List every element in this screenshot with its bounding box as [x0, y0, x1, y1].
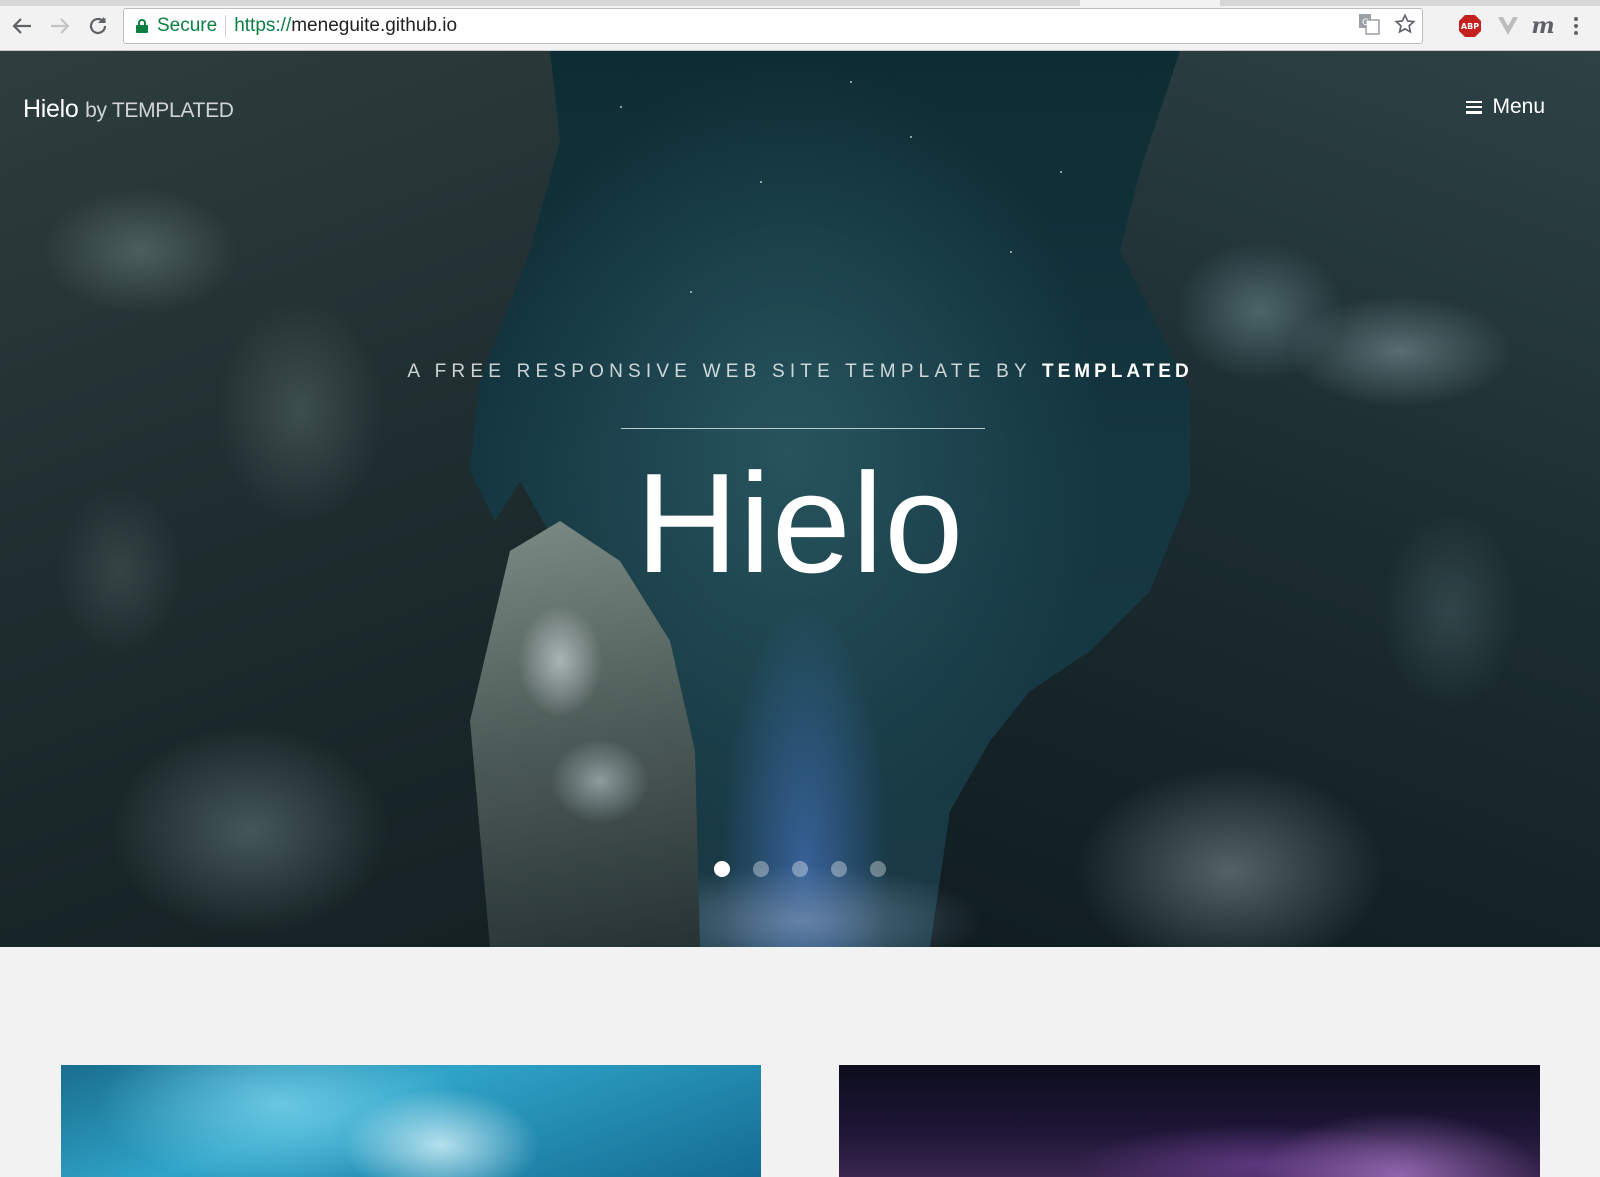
star	[620, 106, 622, 108]
active-tab[interactable]	[1080, 0, 1220, 6]
tagline-strong: TEMPLATED	[1041, 361, 1193, 382]
hero-divider	[621, 428, 985, 429]
content-section	[0, 947, 1600, 1177]
star	[1010, 251, 1012, 253]
menu-label: Menu	[1492, 95, 1545, 118]
adblock-icon[interactable]: ABP	[1456, 12, 1484, 40]
slider-dot-1[interactable]	[714, 861, 730, 877]
reload-icon[interactable]	[84, 12, 112, 40]
m-extension-icon[interactable]: m	[1530, 12, 1556, 40]
forward-icon[interactable]	[46, 12, 74, 40]
brand-name: Hielo	[23, 95, 79, 123]
url-scheme: https://	[234, 15, 292, 36]
star	[690, 291, 692, 293]
slider-pagination	[0, 861, 1600, 877]
svg-text:G: G	[1362, 18, 1369, 28]
hero-banner: Hielo by TEMPLATED Menu A FREE RESPONSIV…	[0, 51, 1600, 947]
hero-title: Hielo	[635, 444, 965, 603]
secure-label: Secure	[157, 15, 218, 36]
url-text[interactable]: https://meneguite.github.io	[234, 15, 457, 37]
tagline-text: A FREE RESPONSIVE WEB SITE TEMPLATE BY	[407, 361, 1032, 382]
star	[850, 81, 852, 83]
slider-dot-3[interactable]	[792, 861, 808, 877]
menu-button[interactable]: Menu	[1466, 95, 1545, 119]
adblock-label: ABP	[1461, 22, 1479, 31]
brand-byline: by TEMPLATED	[85, 99, 234, 122]
lock-icon	[136, 19, 148, 33]
url-host: meneguite.github.io	[291, 15, 458, 36]
m-extension-label: m	[1531, 13, 1555, 39]
address-bar[interactable]: Secure https://meneguite.github.io G	[123, 8, 1423, 44]
browser-toolbar: Secure https://meneguite.github.io G ABP…	[0, 0, 1600, 51]
back-icon[interactable]	[8, 12, 36, 40]
star	[910, 136, 912, 138]
kebab-menu-icon[interactable]	[1566, 12, 1586, 40]
feature-card-ice-cave[interactable]	[61, 1065, 761, 1177]
slider-dot-2[interactable]	[753, 861, 769, 877]
tab-strip	[0, 0, 1600, 6]
bookmark-star-icon[interactable]	[1394, 13, 1416, 40]
slider-dot-5[interactable]	[870, 861, 886, 877]
vue-devtools-icon[interactable]	[1494, 12, 1522, 40]
hamburger-icon	[1466, 100, 1483, 114]
site-logo[interactable]: Hielo by TEMPLATED	[23, 95, 234, 124]
star	[1060, 171, 1062, 173]
star	[760, 181, 762, 183]
hero-tagline: A FREE RESPONSIVE WEB SITE TEMPLATE BY T…	[0, 361, 1600, 383]
feature-card-aurora[interactable]	[839, 1065, 1540, 1177]
slider-dot-4[interactable]	[831, 861, 847, 877]
divider	[225, 15, 227, 37]
translate-icon[interactable]: G	[1358, 13, 1380, 40]
